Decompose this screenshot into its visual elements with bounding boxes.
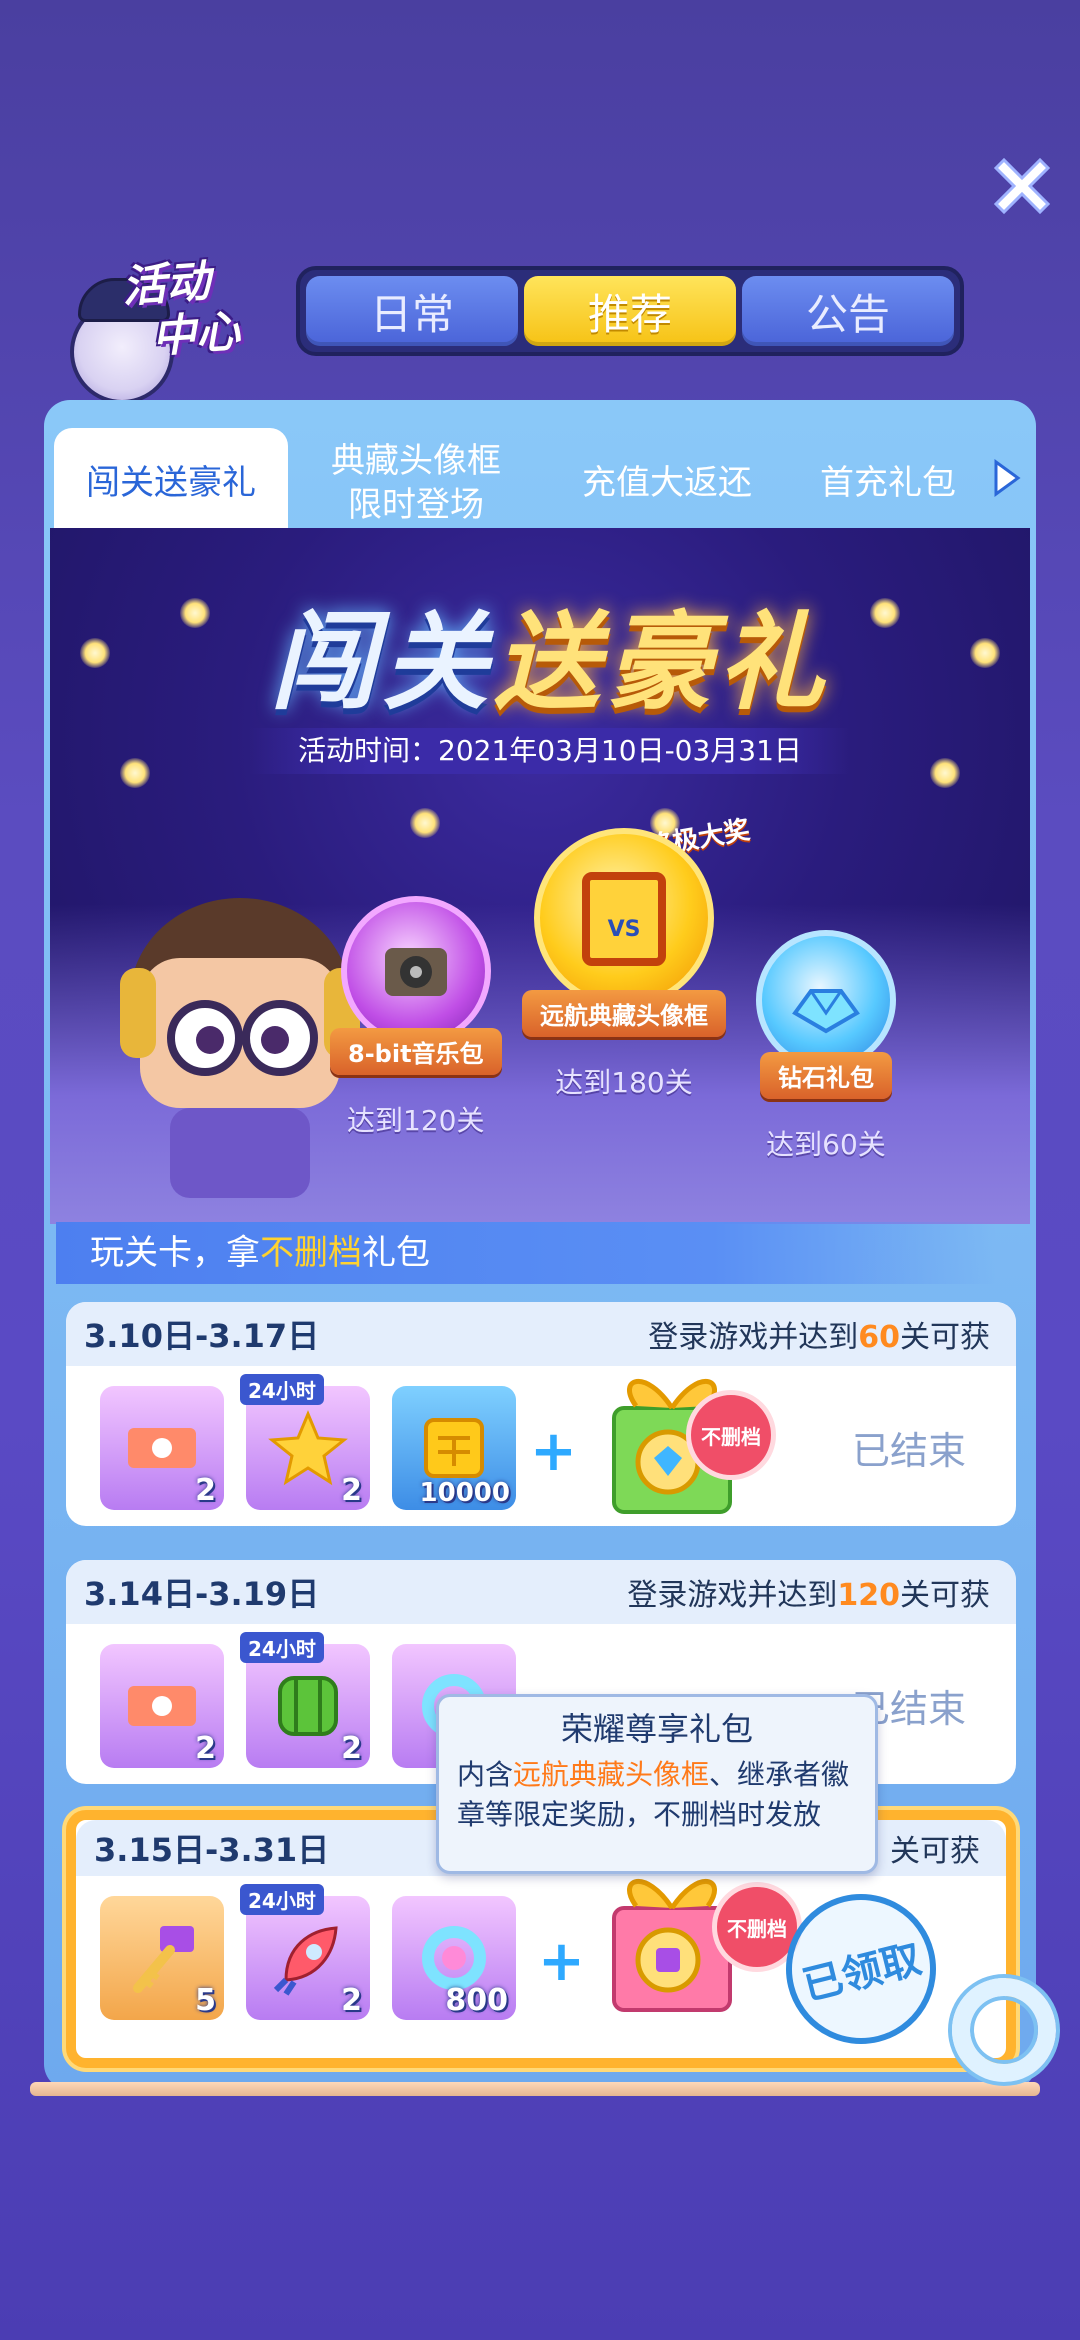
reward-item[interactable]: 24小时 2 — [240, 1374, 370, 1510]
item-quantity: 2 — [195, 1731, 216, 1766]
subtab-level-gift[interactable]: 闯关送豪礼 — [54, 428, 288, 538]
tab-announcement[interactable]: 公告 — [742, 276, 954, 346]
key-icon — [133, 1926, 194, 1993]
item-quantity: 5 — [195, 1983, 216, 2018]
card-condition: 登录游戏并达到120关可获 — [627, 1578, 990, 1613]
reward-item[interactable]: 5 — [100, 1896, 224, 2020]
life-ring-icon — [952, 1978, 1056, 2082]
reward-item[interactable]: 2 — [100, 1386, 224, 1510]
activity-center-logo: 活动 中心 — [60, 240, 290, 410]
claimed-stamp: 已领取 — [770, 1878, 952, 2060]
diamond-pile-icon — [756, 930, 896, 1070]
close-button[interactable] — [984, 148, 1060, 224]
reward-card: 3.10日-3.17日 登录游戏并达到60关可获 2 24小时 2 10000 … — [66, 1302, 1016, 1526]
reward-item[interactable]: 2 — [100, 1644, 224, 1768]
reward-item[interactable]: 10000 — [392, 1386, 516, 1510]
card-condition: 登录游戏并达到60关可获 — [648, 1320, 990, 1355]
reward-item[interactable]: 24小时 2 — [240, 1632, 370, 1768]
coin-block-icon — [424, 1418, 484, 1478]
top-tab-bar: 日常 推荐 公告 — [296, 266, 964, 356]
subtab-recharge-rebate[interactable]: 充值大返还 — [544, 428, 790, 538]
event-banner: 闯关送豪礼 活动时间：2021年03月10日-03月31日 终极大奖 8-bit… — [50, 528, 1030, 1224]
prize-condition: 达到180关 — [555, 1066, 693, 1099]
logo-line2: 中心 — [150, 306, 242, 364]
card-condition: 关可获 — [890, 1834, 980, 1869]
item-quantity: 2 — [195, 1473, 216, 1508]
svg-text:VS: VS — [608, 917, 641, 942]
scroll-right-arrow-icon[interactable] — [992, 458, 1022, 498]
card-date-range: 3.15日-3.31日 — [94, 1831, 330, 1869]
status-ended: 已结束 — [851, 1429, 966, 1473]
ticket-icon — [128, 1428, 196, 1468]
tooltip-body: 内含远航典藏头像框、继承者徽章等限定奖励，不删档时发放 — [457, 1758, 850, 1831]
reward-item[interactable]: 800 — [392, 1896, 516, 2020]
section-title: 玩关卡，拿不删档礼包 — [56, 1222, 996, 1284]
prize-diamond-pack[interactable]: 钻石礼包 达到60关 — [756, 930, 896, 1163]
subtab-avatar-frame[interactable]: 典藏头像框 限时登场 — [288, 428, 544, 538]
item-quantity: 2 — [341, 1983, 362, 2018]
item-quantity: 800 — [445, 1983, 508, 2018]
logo-line1: 活动 — [120, 255, 212, 313]
ticket-icon — [128, 1686, 196, 1726]
tab-daily[interactable]: 日常 — [306, 276, 518, 346]
duration-badge: 24小时 — [240, 1374, 324, 1405]
subtab-first-recharge[interactable]: 首充礼包 — [790, 428, 986, 538]
prize-name: 钻石礼包 — [760, 1052, 892, 1099]
item-quantity: 2 — [341, 1473, 362, 1508]
duration-badge: 24小时 — [240, 1632, 324, 1663]
prize-avatar-frame[interactable]: VS 远航典藏头像框 达到180关 — [522, 828, 726, 1101]
prize-condition: 达到120关 — [347, 1104, 485, 1137]
close-icon — [993, 157, 1051, 215]
plus-icon: + — [538, 1929, 585, 1994]
prize-name: 8-bit音乐包 — [330, 1028, 502, 1075]
avatar-frame-icon: VS — [534, 828, 714, 1008]
watermelon-icon — [278, 1676, 338, 1736]
item-quantity: 10000 — [419, 1478, 510, 1508]
event-date: 活动时间：2021年03月10日-03月31日 — [250, 728, 850, 774]
rocket-icon — [273, 1926, 338, 1996]
card-date-range: 3.10日-3.17日 — [84, 1317, 320, 1355]
duration-badge: 24小时 — [240, 1884, 324, 1915]
music-box-icon — [340, 896, 491, 1046]
prize-name: 远航典藏头像框 — [522, 990, 726, 1037]
no-delete-tag: 不删档 — [686, 1390, 776, 1480]
prize-music-pack[interactable]: 8-bit音乐包 达到120关 — [330, 896, 502, 1139]
prize-condition: 达到60关 — [766, 1128, 886, 1161]
plus-icon: + — [530, 1419, 577, 1484]
tooltip-title: 荣耀尊享礼包 — [560, 1710, 753, 1748]
banner-title: 闯关送豪礼 — [270, 601, 830, 724]
panel-bottom-rail — [30, 2082, 1040, 2096]
gift-tooltip: 荣耀尊享礼包 内含远航典藏头像框、继承者徽章等限定奖励，不删档时发放 — [436, 1694, 878, 1874]
item-quantity: 2 — [341, 1731, 362, 1766]
reward-item[interactable]: 24小时 2 — [240, 1884, 370, 2020]
card-date-range: 3.14日-3.19日 — [84, 1575, 320, 1613]
tab-recommended[interactable]: 推荐 — [524, 276, 736, 346]
sub-tab-bar: 闯关送豪礼 典藏头像框 限时登场 充值大返还 首充礼包 — [54, 410, 1026, 538]
star-icon — [268, 1410, 348, 1486]
